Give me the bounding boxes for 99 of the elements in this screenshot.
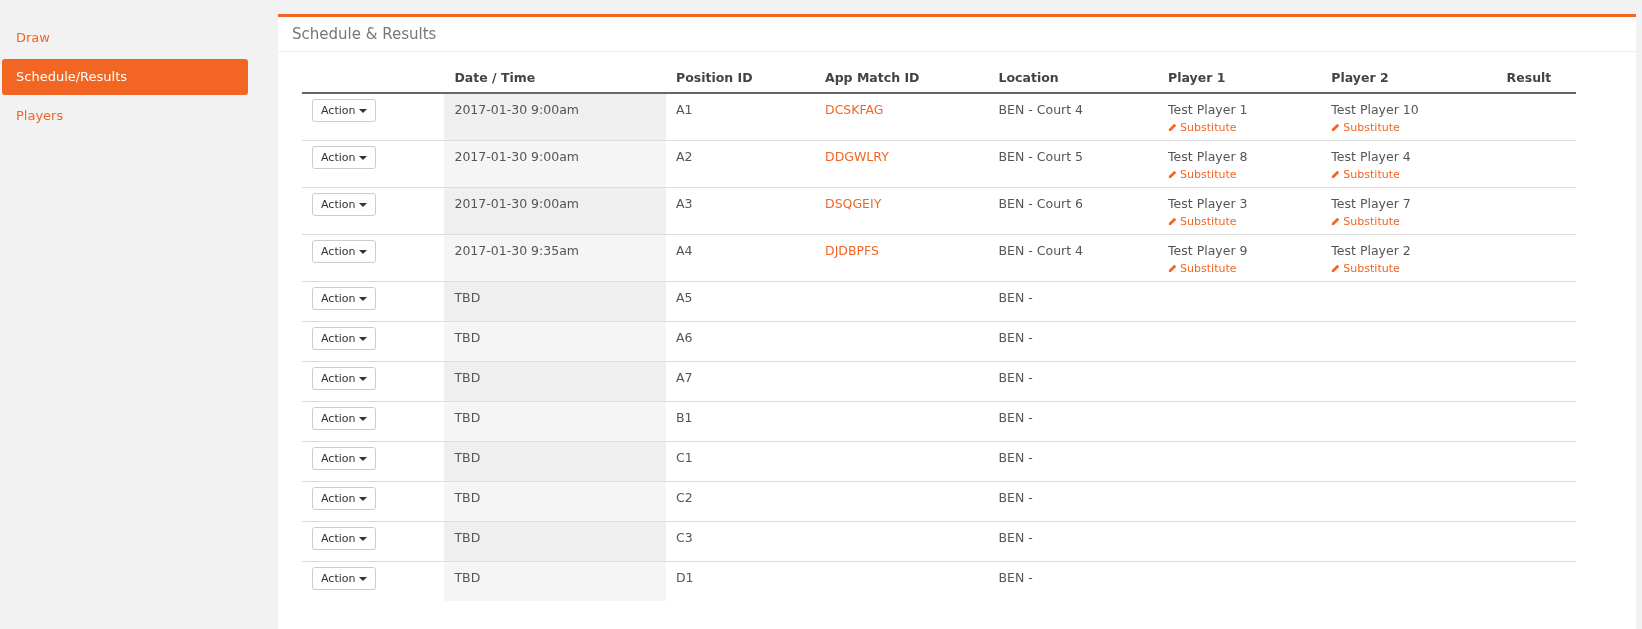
sidebar-item[interactable]: Draw — [2, 20, 248, 56]
action-dropdown-button[interactable]: Action — [312, 487, 377, 510]
column-header: Date / Time — [454, 70, 536, 85]
caret-icon — [359, 336, 368, 341]
pencil-icon — [1331, 264, 1341, 273]
player-name: Test Player 10 — [1331, 102, 1420, 117]
match-id-link[interactable]: DJDBPFS — [825, 243, 879, 258]
substitute-link[interactable]: Substitute — [1168, 121, 1237, 134]
player-name: Test Player 3 — [1168, 196, 1249, 211]
substitute-link[interactable]: Substitute — [1331, 262, 1400, 275]
action-dropdown-button[interactable]: Action — [312, 407, 377, 430]
location-cell: BEN - — [998, 330, 1033, 345]
pencil-icon — [1168, 123, 1178, 132]
sidebar-item[interactable]: Players — [2, 98, 248, 134]
location-cell: BEN - Court 4 — [998, 102, 1084, 117]
action-dropdown-button[interactable]: Action — [312, 527, 377, 550]
substitute-link[interactable]: Substitute — [1331, 121, 1400, 134]
position-id-cell: A1 — [676, 102, 693, 117]
substitute-link[interactable]: Substitute — [1168, 262, 1237, 275]
location-cell: BEN - — [998, 370, 1033, 385]
location-cell: BEN - — [998, 530, 1033, 545]
caret-icon — [359, 376, 368, 381]
pencil-icon — [1168, 170, 1178, 179]
column-header: Position ID — [676, 70, 753, 85]
player-name: Test Player 7 — [1331, 196, 1412, 211]
date-time-cell: TBD — [454, 290, 481, 305]
location-cell: BEN - Court 4 — [998, 243, 1084, 258]
action-dropdown-button[interactable]: Action — [312, 367, 377, 390]
position-id-cell: C1 — [676, 450, 693, 465]
caret-icon — [359, 456, 368, 461]
location-cell: BEN - — [998, 490, 1033, 505]
action-dropdown-button[interactable]: Action — [312, 567, 377, 590]
caret-icon — [359, 202, 368, 207]
match-id-link[interactable]: DCSKFAG — [825, 102, 884, 117]
date-time-cell: TBD — [454, 490, 481, 505]
column-header: Location — [998, 70, 1059, 85]
date-time-cell: TBD — [454, 330, 481, 345]
position-id-cell: A6 — [676, 330, 693, 345]
location-cell: BEN - — [998, 410, 1033, 425]
location-cell: BEN - — [998, 290, 1033, 305]
position-id-cell: A3 — [676, 196, 693, 211]
match-id-link[interactable]: DSQGEIY — [825, 196, 882, 211]
position-id-cell: C2 — [676, 490, 693, 505]
player-name: Test Player 2 — [1331, 243, 1412, 258]
column-header: Player 2 — [1331, 70, 1389, 85]
pencil-icon — [1168, 264, 1178, 273]
position-id-cell: D1 — [676, 570, 694, 585]
date-time-cell: TBD — [454, 570, 481, 585]
player-name: Test Player 9 — [1168, 243, 1249, 258]
date-time-cell: TBD — [454, 530, 481, 545]
substitute-link[interactable]: Substitute — [1331, 168, 1400, 181]
caret-icon — [359, 416, 368, 421]
location-cell: BEN - — [998, 450, 1033, 465]
location-cell: BEN - Court 6 — [998, 196, 1084, 211]
date-time-cell: TBD — [454, 410, 481, 425]
action-dropdown-button[interactable]: Action — [312, 99, 377, 122]
position-id-cell: B1 — [676, 410, 693, 425]
date-time-cell: 2017-01-30 9:00am — [454, 196, 579, 211]
substitute-link[interactable]: Substitute — [1168, 215, 1237, 228]
action-dropdown-button[interactable]: Action — [312, 287, 377, 310]
player-name: Test Player 4 — [1331, 149, 1412, 164]
caret-icon — [359, 496, 368, 501]
pencil-icon — [1331, 217, 1341, 226]
match-id-link[interactable]: DDGWLRY — [825, 149, 889, 164]
date-time-cell: 2017-01-30 9:00am — [454, 149, 579, 164]
pencil-icon — [1331, 170, 1341, 179]
position-id-cell: A7 — [676, 370, 693, 385]
action-dropdown-button[interactable]: Action — [312, 193, 377, 216]
position-id-cell: A4 — [676, 243, 693, 258]
date-time-cell: 2017-01-30 9:35am — [454, 243, 579, 258]
date-time-cell: TBD — [454, 370, 481, 385]
column-header: Result — [1506, 70, 1552, 85]
date-time-cell: TBD — [454, 450, 481, 465]
action-dropdown-button[interactable]: Action — [312, 447, 377, 470]
action-dropdown-button[interactable]: Action — [312, 240, 377, 263]
action-dropdown-button[interactable]: Action — [312, 146, 377, 169]
sidebar-item[interactable]: Schedule/Results — [2, 59, 248, 95]
column-header: App Match ID — [825, 70, 920, 85]
pencil-icon — [1331, 123, 1341, 132]
player-name: Test Player 1 — [1168, 102, 1249, 117]
action-dropdown-button[interactable]: Action — [312, 327, 377, 350]
caret-icon — [359, 536, 368, 541]
caret-icon — [359, 108, 368, 113]
date-time-cell: 2017-01-30 9:00am — [454, 102, 579, 117]
caret-icon — [359, 249, 368, 254]
panel-title: Schedule & Results — [292, 25, 437, 43]
position-id-cell: A5 — [676, 290, 693, 305]
position-id-cell: A2 — [676, 149, 693, 164]
substitute-link[interactable]: Substitute — [1168, 168, 1237, 181]
column-header: Player 1 — [1168, 70, 1226, 85]
location-cell: BEN - — [998, 570, 1033, 585]
caret-icon — [359, 296, 368, 301]
substitute-link[interactable]: Substitute — [1331, 215, 1400, 228]
position-id-cell: C3 — [676, 530, 693, 545]
pencil-icon — [1168, 217, 1178, 226]
caret-icon — [359, 576, 368, 581]
location-cell: BEN - Court 5 — [998, 149, 1084, 164]
caret-icon — [359, 155, 368, 160]
player-name: Test Player 8 — [1168, 149, 1249, 164]
